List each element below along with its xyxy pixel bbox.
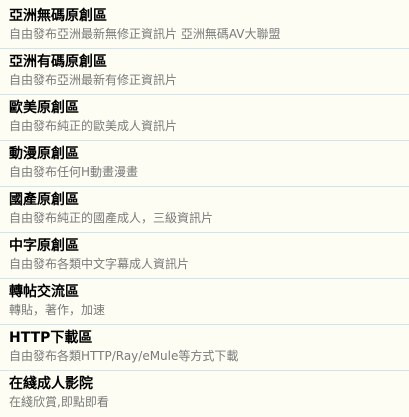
forum-title[interactable]: 動漫原創區 <box>9 145 409 164</box>
forum-title[interactable]: 在綫成人影院 <box>9 375 409 394</box>
forum-list: 亞洲無碼原創區 自由發布亞洲最新無修正資訊片 亞洲無碼AV大聯盟 亞洲有碼原創區… <box>0 0 409 415</box>
forum-description: 自由發布各類中文字幕成人資訊片 <box>9 257 190 271</box>
forum-item-chinese-subtitle[interactable]: 中字原創區 自由發布各類中文字幕成人資訊片 <box>0 233 409 279</box>
forum-title[interactable]: 國產原創區 <box>9 191 409 210</box>
forum-item-western[interactable]: 歐美原創區 自由發布純正的歐美成人資訊片 <box>0 95 409 141</box>
forum-title[interactable]: 中字原創區 <box>9 237 409 256</box>
forum-description: 自由發布純正的國產成人，三級資訊片 <box>9 211 214 225</box>
forum-item-online-cinema[interactable]: 在綫成人影院 在綫欣賞,即點即看 <box>0 371 409 417</box>
forum-item-asia-uncensored[interactable]: 亞洲無碼原創區 自由發布亞洲最新無修正資訊片 亞洲無碼AV大聯盟 <box>0 3 409 49</box>
forum-description: 自由發布各類HTTP/Ray/eMule等方式下載 <box>9 349 239 363</box>
forum-title[interactable]: 歐美原創區 <box>9 99 409 118</box>
forum-description: 轉貼，著作，加速 <box>9 303 106 317</box>
forum-title[interactable]: 亞洲有碼原創區 <box>9 53 409 72</box>
forum-item-http-download[interactable]: HTTP下載區 自由發布各類HTTP/Ray/eMule等方式下載 <box>0 325 409 371</box>
forum-title[interactable]: 亞洲無碼原創區 <box>9 7 409 26</box>
forum-item-anime[interactable]: 動漫原創區 自由發布任何H動畫漫畫 <box>0 141 409 187</box>
forum-item-asia-censored[interactable]: 亞洲有碼原創區 自由發布亞洲最新有修正資訊片 <box>0 49 409 95</box>
forum-item-domestic[interactable]: 國產原創區 自由發布純正的國產成人，三級資訊片 <box>0 187 409 233</box>
forum-title[interactable]: HTTP下載區 <box>9 329 409 348</box>
forum-description: 在綫欣賞,即點即看 <box>9 395 109 409</box>
forum-description: 自由發布亞洲最新無修正資訊片 亞洲無碼AV大聯盟 <box>9 27 281 41</box>
forum-title[interactable]: 轉帖交流區 <box>9 283 409 302</box>
forum-item-repost[interactable]: 轉帖交流區 轉貼，著作，加速 <box>0 279 409 325</box>
forum-description: 自由發布純正的歐美成人資訊片 <box>9 119 178 133</box>
forum-description: 自由發布亞洲最新有修正資訊片 <box>9 73 178 87</box>
forum-description: 自由發布任何H動畫漫畫 <box>9 165 139 179</box>
